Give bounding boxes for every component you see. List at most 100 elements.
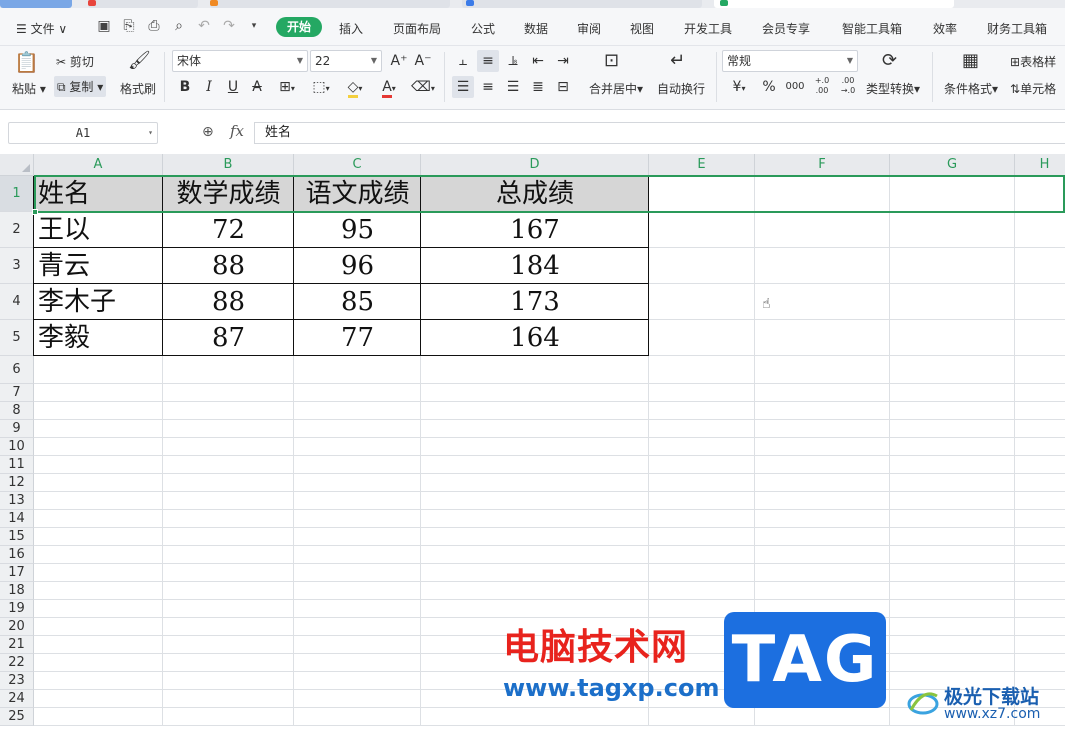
table-cell[interactable]: 87 bbox=[163, 320, 294, 356]
table-cell[interactable]: 95 bbox=[294, 212, 421, 248]
fill-handle[interactable] bbox=[32, 209, 38, 215]
row-header[interactable]: 17 bbox=[0, 564, 34, 582]
currency-button[interactable]: ¥▾ bbox=[726, 76, 752, 98]
thousands-button[interactable]: 000 bbox=[782, 76, 808, 98]
row-header[interactable]: 10 bbox=[0, 438, 34, 456]
row-header[interactable]: 22 bbox=[0, 654, 34, 672]
save-icon[interactable]: ▣ bbox=[96, 18, 112, 34]
export-pdf-icon[interactable]: ⎘ bbox=[121, 18, 137, 34]
table-cell[interactable]: 85 bbox=[294, 284, 421, 320]
table-style-button[interactable]: ⊞表格样 bbox=[1010, 53, 1056, 70]
zoom-icon[interactable]: ⊕ bbox=[202, 124, 214, 140]
row-header[interactable]: 25 bbox=[0, 708, 34, 726]
column-header[interactable]: G bbox=[890, 154, 1015, 176]
row-header[interactable]: 3 bbox=[0, 248, 34, 284]
row-header[interactable]: 14 bbox=[0, 510, 34, 528]
tab-formulas[interactable]: 公式 bbox=[471, 20, 495, 37]
paste-button[interactable]: 粘贴 ▾ bbox=[12, 80, 46, 97]
tab-smart-toolbox[interactable]: 智能工具箱 bbox=[842, 20, 902, 37]
fill-color-button[interactable]: ◇▾ bbox=[340, 76, 370, 98]
window-tab[interactable] bbox=[462, 0, 702, 8]
table-cell[interactable]: 167 bbox=[421, 212, 649, 248]
column-header[interactable]: B bbox=[163, 154, 294, 176]
increase-decimal-button[interactable]: +.0 .00 bbox=[810, 76, 834, 98]
formula-input[interactable]: 姓名 bbox=[254, 122, 1065, 144]
column-header[interactable]: D bbox=[421, 154, 649, 176]
tab-page-layout[interactable]: 页面布局 bbox=[393, 20, 441, 37]
row-header[interactable]: 9 bbox=[0, 420, 34, 438]
window-tab[interactable] bbox=[0, 0, 72, 8]
table-cell[interactable]: 96 bbox=[294, 248, 421, 284]
align-left-icon[interactable]: ☰ bbox=[452, 76, 474, 98]
decrease-font-button[interactable]: A⁻ bbox=[412, 50, 434, 72]
table-cell[interactable]: 184 bbox=[421, 248, 649, 284]
bold-button[interactable]: B bbox=[174, 76, 196, 98]
column-header[interactable]: E bbox=[649, 154, 755, 176]
font-color-button[interactable]: A▾ bbox=[374, 76, 404, 98]
cell-button[interactable]: ⇅单元格 bbox=[1010, 80, 1056, 97]
row-header[interactable]: 24 bbox=[0, 690, 34, 708]
conditional-format-button[interactable]: 条件格式▾ bbox=[944, 80, 998, 97]
font-size-select[interactable]: 22 ▼ bbox=[310, 50, 382, 72]
tab-view[interactable]: 视图 bbox=[630, 20, 654, 37]
underline-button[interactable]: U bbox=[222, 76, 244, 98]
table-cell[interactable]: 王以 bbox=[38, 212, 163, 248]
table-cell[interactable]: 88 bbox=[163, 284, 294, 320]
row-header[interactable]: 18 bbox=[0, 582, 34, 600]
table-cell[interactable]: 77 bbox=[294, 320, 421, 356]
number-format-select[interactable]: 常规 ▼ bbox=[722, 50, 858, 72]
type-convert-icon[interactable]: ⟳ bbox=[882, 50, 897, 71]
column-header[interactable]: F bbox=[755, 154, 890, 176]
table-cell[interactable]: 李毅 bbox=[38, 320, 163, 356]
file-menu[interactable]: ☰ 文件 ∨ bbox=[16, 20, 67, 37]
row-header[interactable]: 12 bbox=[0, 474, 34, 492]
redo-icon[interactable]: ↷ bbox=[221, 18, 237, 34]
row-header[interactable]: 19 bbox=[0, 600, 34, 618]
column-header[interactable]: C bbox=[294, 154, 421, 176]
outdent-icon[interactable]: ⇤ bbox=[527, 50, 549, 72]
print-preview-icon[interactable]: ⌕ bbox=[171, 18, 187, 34]
paste-icon[interactable]: 📋 bbox=[14, 50, 39, 74]
indent-icon[interactable]: ⇥ bbox=[552, 50, 574, 72]
tab-insert[interactable]: 插入 bbox=[339, 20, 363, 37]
merge-center-button[interactable]: 合并居中▾ bbox=[589, 80, 643, 97]
wrap-text-icon[interactable]: ↵ bbox=[670, 50, 685, 71]
window-tab-active[interactable] bbox=[714, 0, 954, 8]
distributed-icon[interactable]: ⊟ bbox=[552, 76, 574, 98]
percent-button[interactable]: % bbox=[758, 76, 780, 98]
tab-home[interactable]: 开始 bbox=[276, 17, 322, 37]
row-header[interactable]: 13 bbox=[0, 492, 34, 510]
quick-access-dropdown-icon[interactable]: ▾ bbox=[246, 18, 262, 34]
tab-member[interactable]: 会员专享 bbox=[762, 20, 810, 37]
wrap-text-button[interactable]: 自动换行 bbox=[657, 80, 705, 97]
font-name-select[interactable]: 宋体 ▼ bbox=[172, 50, 308, 72]
table-cell[interactable]: 88 bbox=[163, 248, 294, 284]
row-header[interactable]: 16 bbox=[0, 546, 34, 564]
table-cell[interactable]: 173 bbox=[421, 284, 649, 320]
format-painter-icon[interactable]: 🖌 bbox=[128, 50, 151, 71]
justify-icon[interactable]: ≣ bbox=[527, 76, 549, 98]
row-header[interactable]: 15 bbox=[0, 528, 34, 546]
row-header[interactable]: 1 bbox=[0, 176, 34, 212]
window-tab[interactable] bbox=[210, 0, 450, 8]
type-convert-button[interactable]: 类型转换▾ bbox=[866, 80, 920, 97]
decrease-decimal-button[interactable]: .00 →.0 bbox=[836, 76, 860, 98]
column-header[interactable]: H bbox=[1015, 154, 1065, 176]
row-header[interactable]: 23 bbox=[0, 672, 34, 690]
format-painter-button[interactable]: 格式刷 bbox=[120, 80, 156, 97]
tab-developer[interactable]: 开发工具 bbox=[684, 20, 732, 37]
align-right-icon[interactable]: ☰ bbox=[502, 76, 524, 98]
tab-efficiency[interactable]: 效率 bbox=[933, 20, 957, 37]
cell-style-button[interactable]: ⬚▾ bbox=[306, 76, 336, 98]
row-header[interactable]: 6 bbox=[0, 356, 34, 384]
copy-button[interactable]: ⧉ 复制 ▾ bbox=[54, 76, 107, 97]
row-header[interactable]: 4 bbox=[0, 284, 34, 320]
table-cell[interactable]: 李木子 bbox=[38, 284, 163, 320]
row-header[interactable]: 11 bbox=[0, 456, 34, 474]
conditional-format-icon[interactable]: ▦ bbox=[962, 50, 979, 71]
tab-review[interactable]: 审阅 bbox=[577, 20, 601, 37]
tab-finance-toolbox[interactable]: 财务工具箱 bbox=[987, 20, 1047, 37]
select-all-corner[interactable] bbox=[0, 154, 34, 176]
cut-button[interactable]: ✂ 剪切 bbox=[56, 53, 94, 70]
fx-button[interactable]: fx bbox=[230, 122, 244, 140]
